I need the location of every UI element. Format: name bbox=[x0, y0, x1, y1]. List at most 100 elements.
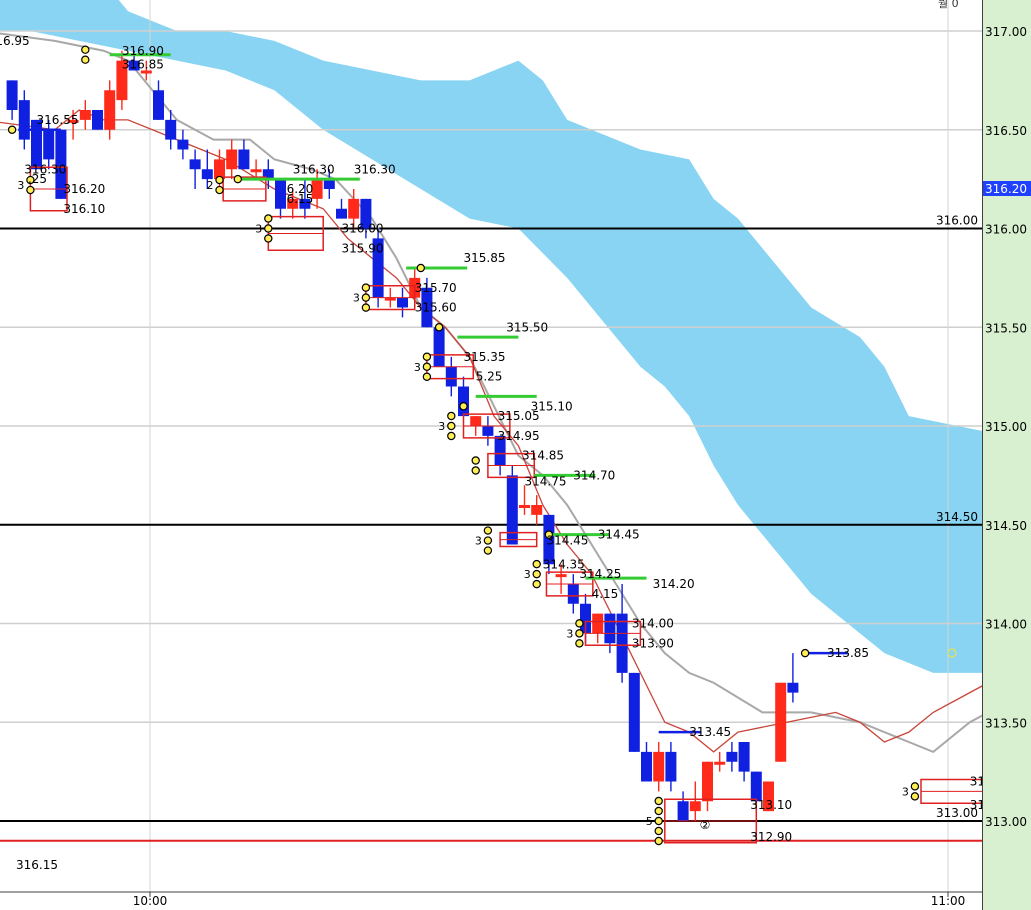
candle-body bbox=[433, 327, 445, 367]
signal-dot bbox=[471, 466, 480, 475]
candle bbox=[665, 742, 677, 792]
candle bbox=[238, 139, 250, 170]
signal-dot bbox=[264, 234, 273, 243]
candle-body bbox=[43, 129, 55, 160]
candle bbox=[689, 781, 701, 821]
candle-body bbox=[201, 169, 213, 180]
signal-dot-count: 3 bbox=[353, 292, 360, 305]
x-tick-label: 10:00 bbox=[133, 894, 168, 908]
price-annotation: 6.15 bbox=[287, 192, 314, 206]
candle bbox=[567, 574, 579, 614]
candle-body bbox=[628, 672, 640, 752]
price-annotation: 316.10 bbox=[63, 202, 105, 216]
price-annotation: 316.30 bbox=[293, 162, 335, 176]
candle-body bbox=[458, 386, 469, 417]
price-annotation: 315.90 bbox=[342, 241, 384, 255]
price-annotation: 316.95 bbox=[0, 34, 30, 48]
candle-body bbox=[689, 801, 701, 812]
candle-body bbox=[470, 416, 482, 426]
signal-dot bbox=[233, 174, 242, 184]
candle-body bbox=[445, 366, 457, 387]
price-annotation: 315.50 bbox=[506, 320, 548, 334]
signal-dot bbox=[422, 362, 432, 371]
signal-dot-count: 3 bbox=[902, 785, 909, 798]
candle-body bbox=[482, 426, 494, 436]
price-annotation: 315.70 bbox=[415, 281, 457, 295]
price-annotation: 313.45 bbox=[689, 725, 731, 739]
signal-dot-count: 3 bbox=[566, 627, 573, 640]
signal-dot bbox=[459, 402, 468, 411]
candle-body bbox=[641, 751, 652, 782]
signal-dot-count: 3 bbox=[475, 535, 482, 548]
candle bbox=[336, 198, 347, 219]
candle-body bbox=[336, 208, 347, 219]
signal-dot bbox=[361, 293, 371, 302]
candle bbox=[714, 751, 726, 772]
candle-body bbox=[665, 751, 677, 782]
signal-dot bbox=[215, 175, 224, 185]
signal-dot bbox=[532, 579, 541, 589]
candle bbox=[226, 139, 238, 180]
bottom-price-label: 316.15 bbox=[16, 858, 58, 872]
price-annotation: 314.00 bbox=[632, 617, 674, 631]
candle bbox=[677, 791, 689, 821]
price-annotation: 316.90 bbox=[122, 44, 164, 58]
corner-text: 뭘 0 bbox=[938, 0, 959, 10]
price-annotation: 316.30 bbox=[354, 162, 396, 176]
price-line-label: 316.00 bbox=[936, 214, 978, 228]
signal-dot bbox=[654, 806, 663, 816]
signal-dot bbox=[654, 816, 663, 826]
price-annotation: 315.85 bbox=[464, 251, 506, 265]
candle-body bbox=[702, 761, 713, 802]
candle-body bbox=[18, 100, 30, 140]
signal-dot bbox=[422, 352, 432, 361]
signal-dot bbox=[361, 303, 371, 312]
candle-body bbox=[250, 169, 262, 173]
candle bbox=[18, 90, 30, 150]
candle-body bbox=[677, 801, 689, 821]
price-annotation: 314.85 bbox=[522, 449, 564, 463]
price-annotation: 314.20 bbox=[653, 577, 695, 591]
candle-body bbox=[275, 179, 286, 209]
candle-body bbox=[397, 297, 408, 308]
candle bbox=[726, 742, 738, 772]
candle-body bbox=[92, 110, 103, 130]
price-annotation: 314.25 bbox=[579, 567, 621, 581]
signal-dot bbox=[447, 431, 456, 441]
candle bbox=[653, 742, 665, 792]
price-annotation: 313.10 bbox=[750, 798, 792, 812]
price-annotation: 315.05 bbox=[498, 409, 540, 423]
candle-body bbox=[238, 149, 250, 170]
signal-dot bbox=[447, 421, 456, 431]
signal-dot bbox=[361, 283, 371, 292]
price-annotation: 316.20 bbox=[63, 182, 105, 196]
candle-body bbox=[555, 574, 567, 578]
signal-dot bbox=[471, 456, 480, 465]
signal-dot bbox=[264, 224, 273, 233]
x-tick-label: 11:00 bbox=[931, 894, 966, 908]
candle bbox=[153, 80, 164, 120]
price-annotation: 312.90 bbox=[750, 830, 792, 844]
signal-dot bbox=[264, 214, 273, 223]
candle-body bbox=[79, 110, 91, 120]
candle bbox=[702, 761, 713, 812]
signal-dot-count: 3 bbox=[414, 361, 421, 374]
candle-body bbox=[714, 761, 726, 765]
candle-body bbox=[165, 119, 177, 140]
signal-dot bbox=[434, 323, 444, 332]
signal-dot bbox=[7, 125, 17, 134]
signal-dot-count: 3 bbox=[438, 420, 445, 433]
signal-dot bbox=[575, 619, 584, 628]
price-annotation: 315.60 bbox=[415, 301, 457, 315]
signal-dot bbox=[910, 782, 920, 791]
price-annotation: 313.85 bbox=[827, 646, 869, 660]
signal-dot bbox=[447, 411, 456, 421]
candle-body bbox=[775, 682, 787, 762]
candle bbox=[92, 110, 103, 130]
price-annotation: 316.85 bbox=[122, 58, 164, 72]
candle-body bbox=[592, 613, 604, 634]
candle bbox=[189, 149, 201, 189]
candle bbox=[738, 742, 750, 782]
candle-body bbox=[604, 613, 616, 644]
candle bbox=[275, 179, 286, 219]
